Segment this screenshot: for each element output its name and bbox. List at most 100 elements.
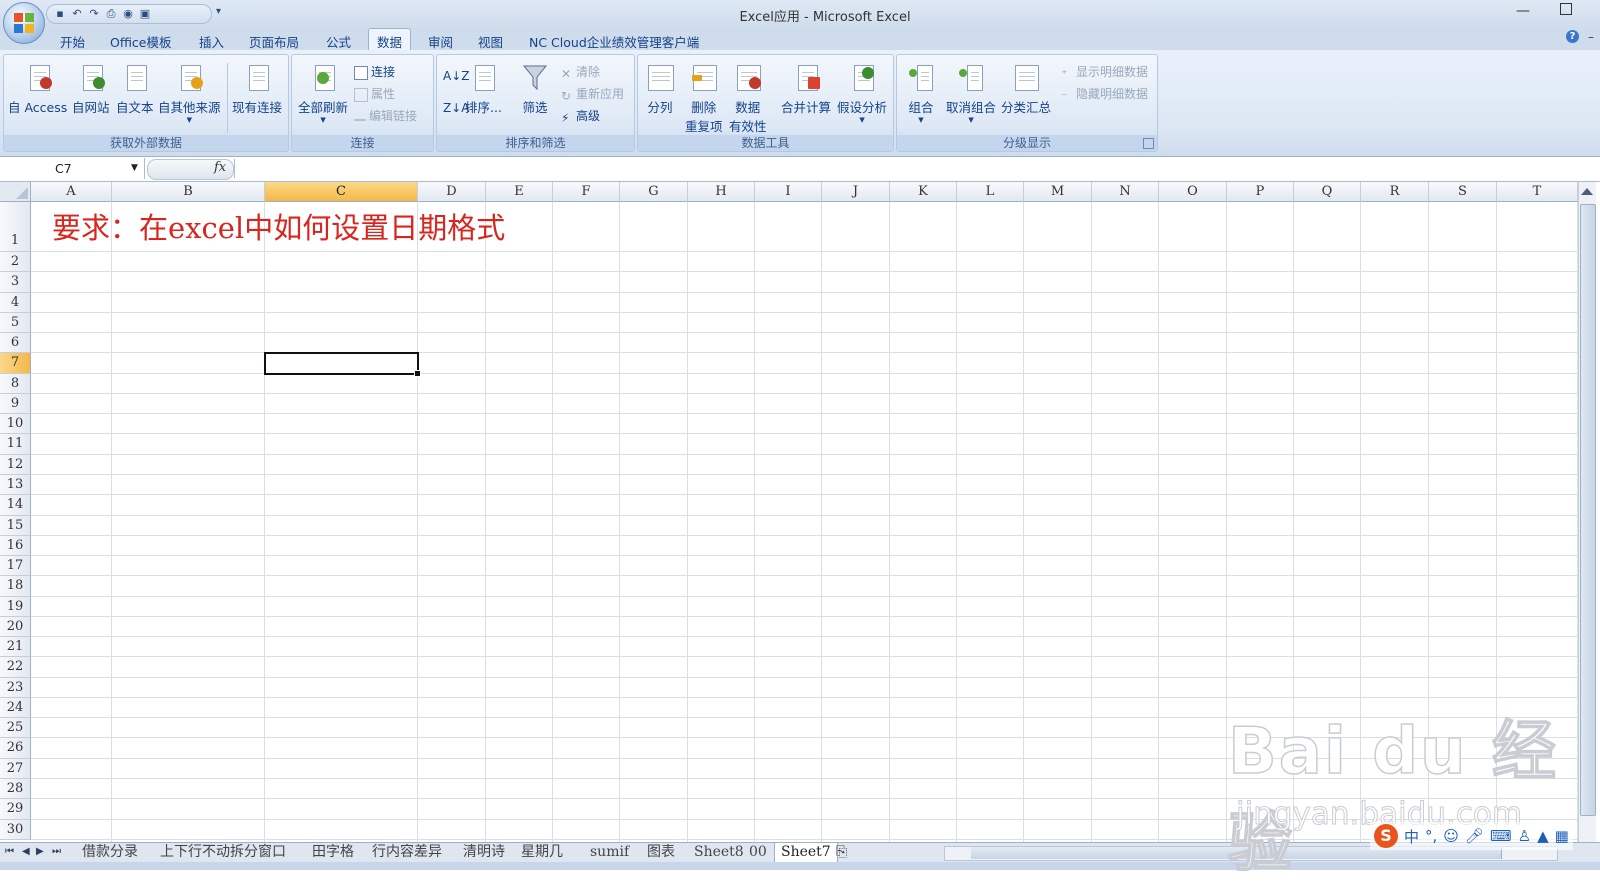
column-header[interactable]: R	[1361, 182, 1429, 202]
sheet-tab[interactable]: sumif	[590, 843, 629, 862]
row-header[interactable]: 14	[0, 495, 31, 516]
sogou-icon[interactable]: S	[1374, 824, 1398, 848]
column-header[interactable]: E	[486, 182, 553, 202]
insert-function-icon[interactable]: fx	[214, 160, 226, 175]
from-access-button[interactable]: 自 Access	[8, 63, 67, 116]
fill-handle[interactable]	[414, 369, 421, 377]
ribbon-tab[interactable]: 页面布局	[249, 32, 299, 51]
row-header[interactable]: 1	[0, 202, 31, 252]
column-header[interactable]: D	[418, 182, 486, 202]
sheet-tab[interactable]: Sheet7	[774, 843, 838, 863]
connections-button[interactable]: 连接	[354, 63, 395, 80]
restore-icon[interactable]	[1560, 3, 1572, 15]
office-button[interactable]	[3, 2, 45, 44]
user-icon[interactable]: ♙	[1518, 827, 1531, 845]
active-cell[interactable]	[264, 352, 421, 377]
reapply-button[interactable]: ↻ 重新应用	[561, 85, 624, 103]
ungroup-button[interactable]: 取消组合 ▼	[946, 63, 996, 124]
row-header[interactable]: 30	[0, 819, 31, 840]
consolidate-button[interactable]: 合并计算	[781, 63, 831, 116]
first-sheet-icon[interactable]: ⏮	[5, 846, 14, 857]
ime-mode[interactable]: 中	[1404, 826, 1419, 847]
show-detail-button[interactable]: ⁺ 显示明细数据	[1061, 63, 1148, 81]
row-header[interactable]: 2	[0, 252, 31, 273]
column-header[interactable]: B	[112, 182, 265, 202]
row-header[interactable]: 17	[0, 556, 31, 577]
clear-filter-button[interactable]: ✕ 清除	[561, 63, 600, 81]
column-header[interactable]: A	[31, 182, 112, 202]
ribbon-tab[interactable]: 公式	[326, 32, 351, 51]
filter-button[interactable]: 筛选	[521, 63, 549, 116]
column-header[interactable]: S	[1429, 182, 1497, 202]
chevron-down-icon[interactable]: ▼	[131, 158, 138, 179]
select-all-button[interactable]	[0, 182, 31, 202]
from-text-button[interactable]: 自文本	[116, 63, 154, 116]
text-to-columns-button[interactable]: 分列	[646, 63, 674, 116]
column-header[interactable]: H	[688, 182, 755, 202]
row-header[interactable]: 28	[0, 779, 31, 800]
row-header[interactable]: 6	[0, 333, 31, 354]
ribbon-tab[interactable]: 开始	[60, 32, 85, 51]
hide-detail-button[interactable]: ⁻ 隐藏明细数据	[1061, 85, 1148, 103]
column-header[interactable]: M	[1024, 182, 1092, 202]
row-header[interactable]: 16	[0, 535, 31, 557]
column-header[interactable]: I	[755, 182, 822, 202]
sheet-tab[interactable]: 上下行不动拆分窗口	[160, 843, 286, 862]
row-header[interactable]: 7	[0, 353, 31, 374]
keyboard-icon[interactable]: ⌨	[1490, 827, 1512, 845]
sheet-tab[interactable]: 田字格	[312, 843, 354, 862]
row-header[interactable]: 13	[0, 474, 31, 496]
sheet-tab[interactable]: Sheet8	[694, 843, 744, 862]
row-header[interactable]: 27	[0, 758, 31, 780]
ribbon-tab[interactable]: 审阅	[428, 32, 453, 51]
column-header[interactable]: L	[957, 182, 1024, 202]
sheet-tab[interactable]: 00	[749, 843, 767, 862]
column-header[interactable]: K	[890, 182, 957, 202]
microphone-icon[interactable]: 🎤︎	[1465, 827, 1484, 845]
column-header[interactable]: C	[265, 182, 418, 202]
ribbon-minimize-icon[interactable]: –	[1588, 30, 1594, 44]
ribbon-tab[interactable]: Office模板	[110, 32, 172, 51]
prev-sheet-icon[interactable]: ◀	[22, 846, 30, 857]
row-header[interactable]: 29	[0, 799, 31, 820]
emoji-icon[interactable]: ☺	[1443, 827, 1459, 845]
next-sheet-icon[interactable]: ▶	[36, 846, 44, 857]
from-web-button[interactable]: 自网站	[72, 63, 110, 116]
column-header[interactable]: J	[822, 182, 890, 202]
cell-a1-text[interactable]: 要求：在excel中如何设置日期格式	[52, 205, 505, 247]
row-header[interactable]: 9	[0, 393, 31, 415]
properties-button[interactable]: 属性	[354, 85, 395, 102]
help-icon[interactable]: ?	[1566, 30, 1579, 43]
row-header[interactable]: 21	[0, 637, 31, 658]
minimize-icon[interactable]: —	[1516, 3, 1530, 19]
sheet-tab[interactable]: 行内容差异	[372, 843, 442, 862]
name-box[interactable]: C7 ▼	[0, 158, 145, 179]
column-header[interactable]: F	[553, 182, 620, 202]
row-header[interactable]: 10	[0, 414, 31, 435]
skin-icon[interactable]: ▲	[1537, 827, 1549, 845]
row-header[interactable]: 25	[0, 718, 31, 739]
row-header[interactable]: 4	[0, 292, 31, 313]
dialog-launcher-icon[interactable]	[1143, 138, 1154, 149]
advanced-filter-button[interactable]: ⚡ 高级	[561, 107, 600, 125]
row-header[interactable]: 3	[0, 272, 31, 293]
punctuation-icon[interactable]: °,	[1425, 827, 1437, 845]
formula-input[interactable]	[234, 159, 1595, 178]
row-header[interactable]: 11	[0, 434, 31, 455]
sheet-tab[interactable]: 图表	[647, 843, 675, 862]
column-header[interactable]: N	[1092, 182, 1159, 202]
ribbon-tab[interactable]: 数据	[368, 28, 412, 50]
row-header[interactable]: 15	[0, 515, 31, 536]
last-sheet-icon[interactable]: ⏭	[52, 846, 61, 857]
subtotal-button[interactable]: 分类汇总	[1001, 63, 1051, 116]
scroll-up-icon[interactable]	[1581, 188, 1593, 195]
column-header[interactable]: T	[1497, 182, 1578, 202]
existing-connections-button[interactable]: 现有连接	[232, 63, 282, 116]
row-header[interactable]: 20	[0, 616, 31, 638]
row-header[interactable]: 5	[0, 312, 31, 334]
row-header[interactable]: 12	[0, 454, 31, 475]
sheet-tab[interactable]: 清明诗	[463, 843, 505, 862]
row-header[interactable]: 24	[0, 697, 31, 719]
insert-sheet-icon[interactable]: ⎘	[836, 843, 847, 862]
group-button[interactable]: 组合 ▼	[907, 63, 935, 124]
